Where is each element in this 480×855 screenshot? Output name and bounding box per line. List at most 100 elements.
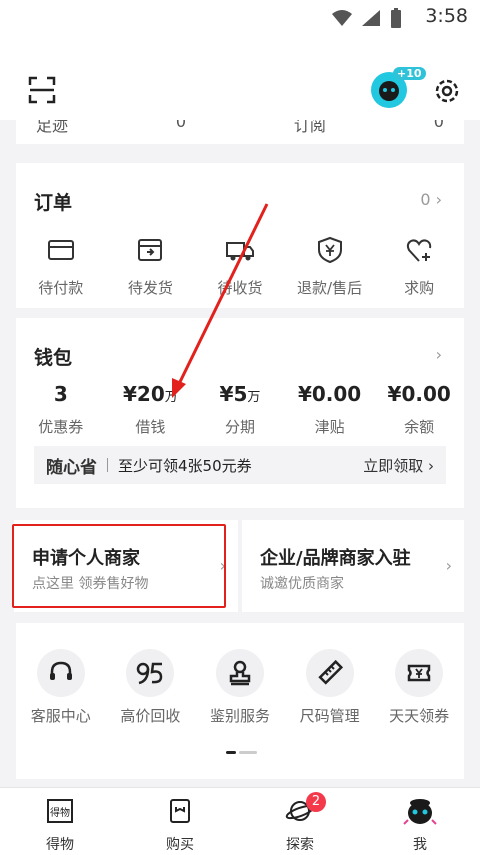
box-icon [138,239,163,261]
order-item-pending-receipt[interactable]: 待收货 [195,235,285,298]
wallet-item-coupons[interactable]: 3 优惠券 [16,382,106,437]
coupon-promo-banner[interactable]: 随心省 至少可领4张50元券 立即领取 › [34,446,446,484]
wallet-value: 3 [53,382,68,406]
orders-count: 0 [420,190,431,209]
services-card: 客服中心 高价回收 鉴别服务 尺码管理 天天领券 [16,623,464,779]
ruler-icon [317,659,343,685]
headset-icon [49,661,72,680]
promo-logo: 随心省 [46,457,97,478]
tab-label: 购买 [166,837,194,853]
ticket-icon [407,664,431,682]
brand-merchant-title: 企业/品牌商家入驻 [260,548,411,569]
tab-dewu[interactable]: 得物 得物 [0,788,120,855]
service-customer-center[interactable]: 客服中心 [16,649,106,726]
order-item-label: 求购 [404,279,435,297]
service-label: 客服中心 [30,707,91,725]
svg-text:得物: 得物 [50,806,70,819]
order-item-label: 退款/售后 [297,279,363,297]
battery-icon [391,8,401,28]
card-icon [47,240,74,260]
order-item-label: 待发货 [127,279,173,297]
wallet-label: 津贴 [314,418,345,436]
chevron-right-icon: › [428,456,434,475]
points-badge: +10 [393,67,426,80]
wallet-value: ¥0.00 [387,382,451,406]
history-subscription-row: 足迹 0 订阅 0 [16,120,464,144]
order-item-wanted[interactable]: 求购 [374,235,464,298]
tab-label: 得物 [46,837,74,853]
order-item-pending-shipment[interactable]: 待发货 [106,235,196,298]
wallet-label: 优惠券 [38,418,84,436]
service-authentication[interactable]: 鉴别服务 [195,649,285,726]
orders-title: 订单 [34,192,73,214]
signal-icon [362,10,380,26]
status-icons [332,8,402,28]
order-item-label: 待付款 [38,279,84,297]
promo-text: 至少可领4张50元券 [118,456,252,475]
heart-plus-icon [407,239,432,262]
recycle-95-icon [137,662,163,685]
order-item-refund[interactable]: 退款/售后 [285,235,375,298]
gear-icon[interactable] [432,76,462,106]
wallet-label: 余额 [404,418,435,436]
page-indicator [226,751,257,754]
tab-buy[interactable]: 购买 [120,788,240,855]
subscription-label: 订阅 [293,120,326,135]
services-grid: 客服中心 高价回收 鉴别服务 尺码管理 天天领券 [16,649,464,726]
history-count: 0 [175,120,187,131]
chevron-right-icon: › [435,345,442,364]
wallet-unit: 万 [164,390,178,405]
service-label: 尺码管理 [299,707,360,725]
wallet-more[interactable]: › [436,345,442,364]
chevron-right-icon: › [435,190,442,209]
tab-me[interactable]: 我 [360,788,480,855]
stamp-icon [229,660,251,686]
order-item-label: 待收货 [217,279,263,297]
wallet-label: 分期 [224,418,255,436]
history-label: 足迹 [36,120,69,135]
wallet-item-loan[interactable]: ¥20万 借钱 [106,382,196,437]
status-bar: 3:58 [0,0,480,34]
bottom-tab-bar: 得物 得物 购买 2 探索 我 [0,787,480,855]
explore-badge: 2 [306,792,326,812]
wallet-item-balance[interactable]: ¥0.00 余额 [374,382,464,437]
orders-grid: 待付款 待发货 待收货 退款/售后 求购 [16,235,464,298]
wallet-item-installment[interactable]: ¥5万 分期 [195,382,285,437]
wallet-value: ¥0.00 [297,382,362,406]
wallet-value: ¥5 [219,382,248,406]
truck-icon [225,242,254,261]
service-recycle[interactable]: 高价回收 [106,649,196,726]
wallet-grid: 3 优惠券 ¥20万 借钱 ¥5万 分期 ¥0.00 津贴 ¥0.00 余额 [16,382,464,437]
wallet-label: 借钱 [135,418,166,436]
dewu-logo-icon: 得物 [47,799,73,823]
wallet-item-allowance[interactable]: ¥0.00 津贴 [285,382,375,437]
history-entry[interactable]: 足迹 [36,120,68,136]
subscription-entry[interactable]: 订阅 [294,120,326,136]
service-daily-coupons[interactable]: 天天领券 [374,649,464,726]
tab-label: 我 [413,837,427,853]
scan-icon[interactable] [28,76,56,104]
brand-merchant-entry[interactable]: 企业/品牌商家入驻 诚邀优质商家 › [242,520,464,612]
wallet-title: 钱包 [34,347,73,369]
wallet-unit: 万 [247,390,261,405]
orders-more[interactable]: 0 › [420,190,442,209]
status-time: 3:58 [425,5,468,27]
service-label: 高价回收 [120,707,181,725]
profile-avatar-icon [403,799,437,825]
service-label: 天天领券 [389,707,450,725]
promo-action-label: 立即领取 [363,456,424,475]
chevron-right-icon: › [445,556,452,575]
highlight-box [12,524,226,608]
tab-explore[interactable]: 2 探索 [240,788,360,855]
wallet-card: 钱包 › 3 优惠券 ¥20万 借钱 ¥5万 分期 ¥0.00 津贴 ¥0.00… [16,318,464,508]
divider [107,458,108,472]
order-item-pending-payment[interactable]: 待付款 [16,235,106,298]
subscription-count: 0 [433,120,444,131]
brand-merchant-subtitle: 诚邀优质商家 [260,576,344,592]
tab-label: 探索 [286,837,314,853]
service-size-management[interactable]: 尺码管理 [285,649,375,726]
promo-claim-link[interactable]: 立即领取 › [363,455,434,476]
wifi-icon [332,10,352,26]
orders-card: 订单 0 › 待付款 待发货 待收货 退款/售后 求购 [16,163,464,308]
shopping-bag-icon [170,799,190,823]
